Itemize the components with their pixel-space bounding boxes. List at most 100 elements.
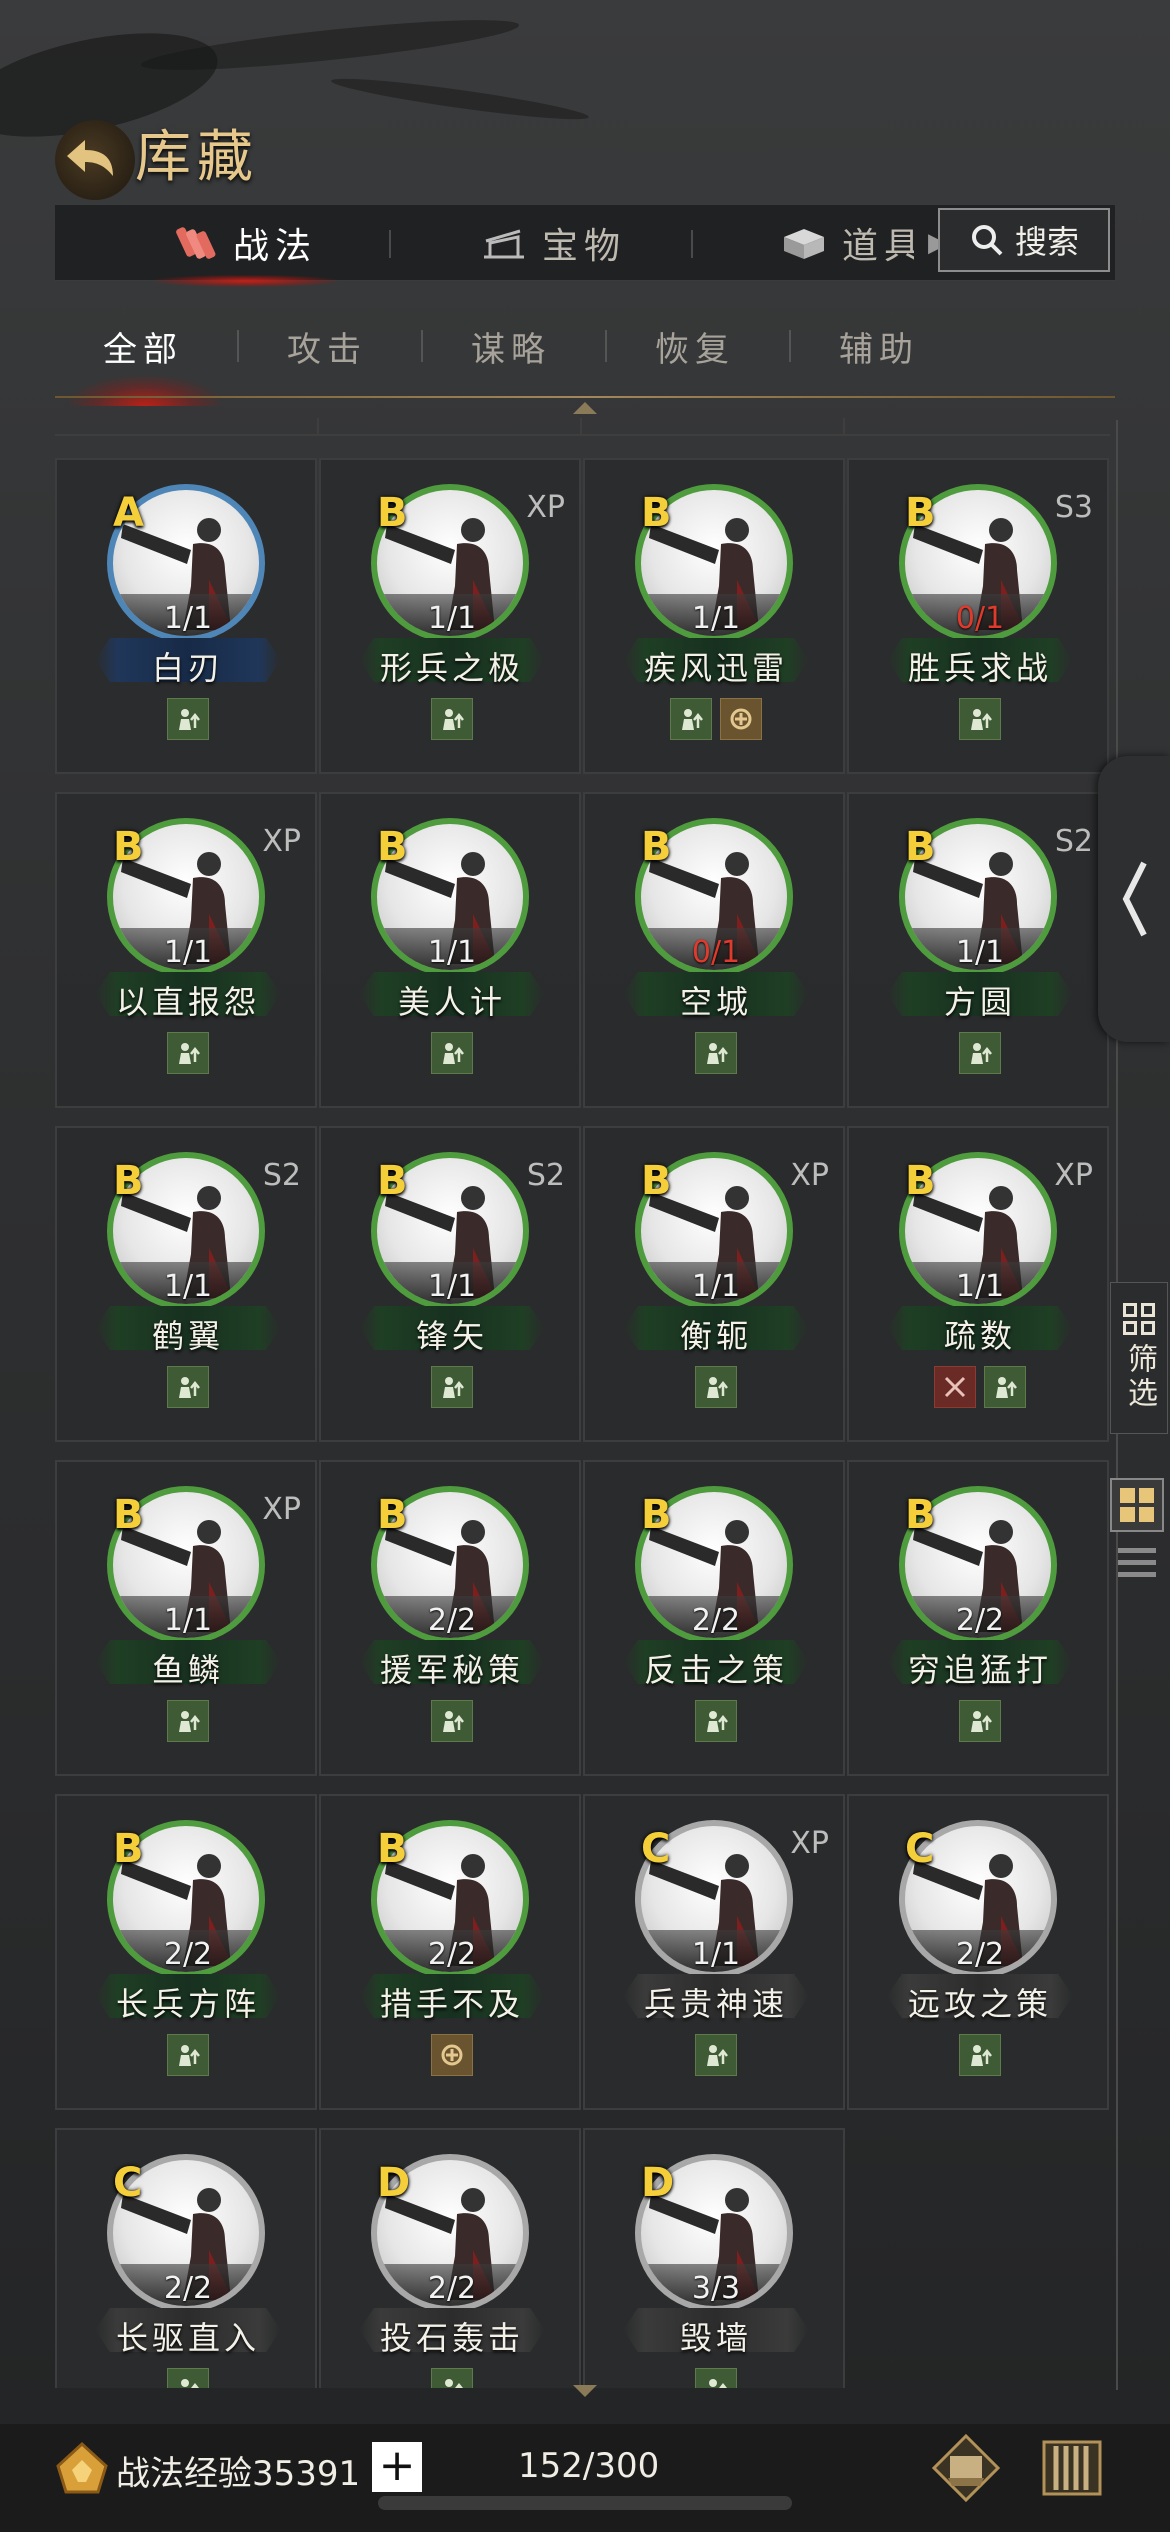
tactic-card[interactable]: C 2/2 长驱直入 [55, 2128, 317, 2388]
tactic-card[interactable]: D 2/2 投石轰击 [319, 2128, 581, 2388]
tactic-card[interactable]: B XP 1/1 衡轭 [583, 1126, 845, 1442]
tactic-count: 2/2 [163, 1937, 213, 1972]
bamboo-scroll-button[interactable] [1034, 2430, 1110, 2506]
list-view-toggle[interactable] [1118, 1548, 1156, 1588]
tactic-card[interactable]: B 2/2 穷追猛打 [847, 1460, 1109, 1776]
tactic-card[interactable]: B 2/2 援军秘策 [319, 1460, 581, 1776]
tactic-card[interactable]: B XP 1/1 疏数 [847, 1126, 1109, 1442]
troop-type-icons [849, 2034, 1110, 2076]
tactic-count: 1/1 [691, 1937, 741, 1972]
tactic-season-tag: S3 [1054, 490, 1093, 525]
tactic-card[interactable]: D 3/3 毁墙 [583, 2128, 845, 2388]
tactic-card[interactable]: C 2/2 远攻之策 [847, 1794, 1109, 2110]
scroll-up-indicator-icon [573, 402, 597, 414]
tactic-card[interactable]: B XP 1/1 形兵之极 [319, 458, 581, 774]
subtab-strategy[interactable]: 谋略 [471, 322, 551, 371]
tactic-card[interactable]: B 1/1 疾风迅雷 [583, 458, 845, 774]
grid-view-toggle[interactable] [1110, 1478, 1164, 1532]
tactic-season-tag: XP [1054, 1158, 1093, 1193]
tactic-season-tag: XP [790, 1158, 829, 1193]
tactic-count: 2/2 [163, 2271, 213, 2306]
tactic-card[interactable]: A 1/1 白刃 [55, 458, 317, 774]
troop-type-icons [585, 1700, 847, 1742]
troop-type-icons [321, 2034, 583, 2076]
tactic-grade: B [113, 824, 144, 870]
item-box-icon [784, 229, 824, 259]
attack-type-icon [934, 1366, 976, 1408]
tab-treasure[interactable]: 宝物 [480, 205, 626, 281]
tactic-grade: B [905, 824, 936, 870]
tactic-card[interactable]: B 1/1 美人计 [319, 792, 581, 1108]
tactic-card[interactable]: B S2 1/1 鹤翼 [55, 1126, 317, 1442]
subtab-support[interactable]: 辅助 [839, 322, 919, 371]
tactic-grade: B [377, 824, 408, 870]
tab-items[interactable]: 道具 ▶ [780, 205, 954, 281]
troop-type-icons [57, 2368, 319, 2388]
tactic-card[interactable]: B XP 1/1 以直报怨 [55, 792, 317, 1108]
troop-type-icons [585, 698, 847, 740]
troop-type-icons [321, 1700, 583, 1742]
tactic-name: 白刃 [151, 649, 224, 687]
tactic-grade: B [377, 490, 408, 536]
side-panel-handle[interactable] [1098, 756, 1170, 1042]
tactic-season-tag: S2 [262, 1158, 301, 1193]
tactic-name: 穷追猛打 [907, 1651, 1052, 1689]
troop-type-icons [585, 1366, 847, 1408]
troop-type-icons [321, 698, 583, 740]
tactic-card[interactable]: B 2/2 措手不及 [319, 1794, 581, 2110]
search-button[interactable]: 搜索 [938, 208, 1110, 272]
tactic-season-tag: XP [526, 490, 565, 525]
subtab-attack[interactable]: 攻击 [287, 322, 367, 371]
troop-type-icon [670, 698, 712, 740]
troop-type-icons [849, 1366, 1110, 1408]
tactic-name: 美人计 [397, 983, 506, 1021]
tactic-count: 0/1 [691, 935, 741, 970]
tab-divider [389, 230, 391, 258]
tactic-name: 疾风迅雷 [643, 649, 788, 687]
tactic-count: 2/2 [955, 1603, 1005, 1638]
tactics-card-grid: A 1/1 白刃 B XP 1/1 形兵之极 B 1/1 疾风迅雷 B S3 0/1 胜兵求战 B XP 1/1… [55, 458, 1110, 2388]
tactic-card[interactable]: B 0/1 空城 [583, 792, 845, 1108]
tactic-count: 1/1 [163, 1269, 213, 1304]
storage-capacity: 152/300 [518, 2446, 660, 2486]
filter-button[interactable]: 筛选 [1110, 1282, 1168, 1434]
tactic-name: 反击之策 [643, 1651, 788, 1689]
tab-treasure-label: 宝物 [542, 226, 627, 267]
tactic-name: 措手不及 [379, 1985, 524, 2023]
tactic-card[interactable]: B 2/2 反击之策 [583, 1460, 845, 1776]
tactic-season-tag: XP [262, 824, 301, 859]
add-exp-button[interactable]: + [372, 2442, 422, 2492]
tactic-name: 以直报怨 [115, 983, 260, 1021]
troop-type-icons [849, 698, 1110, 740]
tactic-count: 2/2 [427, 1603, 477, 1638]
tactic-grade: C [113, 2160, 143, 2206]
tactic-card[interactable]: B S2 1/1 方圆 [847, 792, 1109, 1108]
tactics-exp-value: 战法经验35391 [116, 2454, 361, 2494]
tactic-grade: B [641, 824, 672, 870]
convert-scroll-button[interactable] [928, 2430, 1004, 2506]
tactic-name: 兵贵神速 [643, 1985, 788, 2023]
back-button[interactable] [55, 120, 135, 200]
subtab-all[interactable]: 全部 [103, 322, 183, 371]
troop-type-icons [57, 1032, 319, 1074]
tactic-card[interactable]: B S3 0/1 胜兵求战 [847, 458, 1109, 774]
subtab-recovery[interactable]: 恢复 [655, 322, 735, 371]
tactic-card[interactable]: B 2/2 长兵方阵 [55, 1794, 317, 2110]
troop-type-icon [695, 1366, 737, 1408]
troop-type-icon [431, 1366, 473, 1408]
treasure-altar-icon [484, 229, 524, 259]
card-row: A 1/1 白刃 B XP 1/1 形兵之极 B 1/1 疾风迅雷 B S3 0/1 胜兵求战 [55, 458, 1110, 774]
troop-type-icons [585, 1032, 847, 1074]
tactic-card[interactable]: B XP 1/1 鱼鳞 [55, 1460, 317, 1776]
strategy-type-icon [720, 698, 762, 740]
tactic-name: 形兵之极 [379, 649, 524, 687]
troop-type-icons [57, 2034, 319, 2076]
troop-type-icon [431, 698, 473, 740]
tab-tactics[interactable]: 战法 [155, 205, 338, 287]
tactic-grade: B [377, 1492, 408, 1538]
tactic-grade: B [641, 490, 672, 536]
tactic-card[interactable]: C XP 1/1 兵贵神速 [583, 1794, 845, 2110]
tactic-count: 1/1 [427, 935, 477, 970]
card-row: B S2 1/1 鹤翼 B S2 1/1 锋矢 B XP 1/1 衡轭 B XP 1/1 疏数 [55, 1126, 1110, 1442]
tactic-card[interactable]: B S2 1/1 锋矢 [319, 1126, 581, 1442]
